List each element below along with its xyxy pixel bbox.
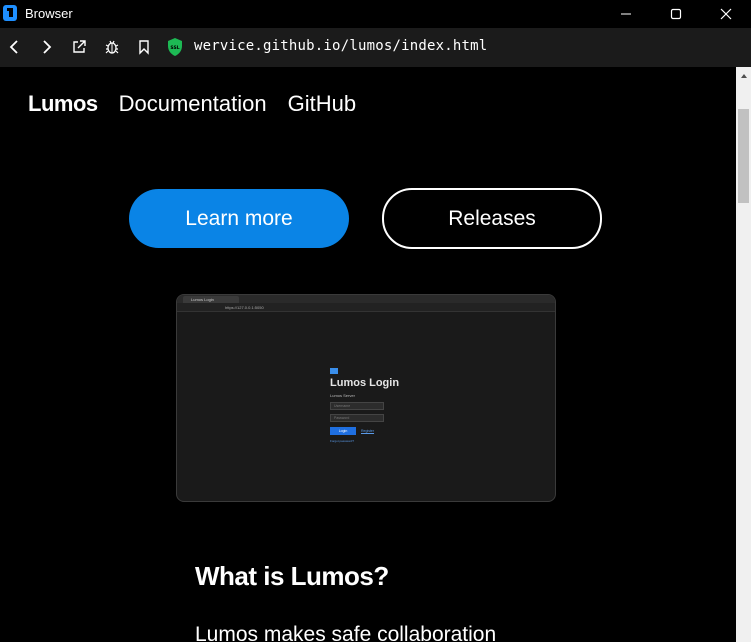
site-brand[interactable]: Lumos (28, 91, 98, 117)
maximize-icon (670, 8, 682, 20)
screenshot-username-field: Username (330, 402, 384, 410)
ssl-badge[interactable]: SSL (164, 36, 186, 58)
screenshot-login-form: Lumos Login Lumos Server Username Passwo… (330, 368, 420, 443)
site-navigation: Lumos Documentation GitHub (28, 91, 356, 117)
section-heading: What is Lumos? (195, 561, 389, 591)
bug-icon (105, 40, 119, 54)
screenshot-tab: Lumos Login (183, 296, 239, 303)
window-title-bar: Browser (0, 0, 751, 28)
chevron-right-icon (43, 40, 52, 54)
ssl-label: SSL (170, 45, 179, 51)
open-external-icon (73, 40, 86, 53)
screenshot-password-field: Password (330, 414, 384, 422)
product-screenshot: Lumos Login https://127.0.0.1:5050 Lumos… (176, 294, 556, 502)
lumos-logo-icon (330, 368, 338, 374)
bookmark-button[interactable] (133, 36, 155, 58)
address-bar[interactable]: wervice.github.io/lumos/index.html (194, 38, 487, 54)
close-button[interactable] (701, 0, 751, 28)
shield-icon: SSL (168, 38, 182, 56)
section-paragraph: Lumos makes safe collaboration (195, 623, 497, 642)
bookmark-icon (139, 40, 149, 55)
nav-link-documentation[interactable]: Documentation (119, 91, 267, 117)
nav-link-github[interactable]: GitHub (288, 91, 356, 117)
close-icon (720, 8, 732, 20)
screenshot-tab-bar: Lumos Login (177, 295, 555, 303)
forward-button[interactable] (36, 36, 58, 58)
vertical-scrollbar[interactable] (736, 67, 751, 642)
chevron-left-icon (9, 40, 18, 54)
arrow-up-icon (740, 73, 747, 78)
screenshot-url: https://127.0.0.1:5050 (225, 305, 264, 310)
page-viewport: Lumos Documentation GitHub Learn more Re… (0, 67, 751, 642)
maximize-button[interactable] (651, 0, 701, 28)
screenshot-url-bar: https://127.0.0.1:5050 (177, 303, 555, 312)
learn-more-button[interactable]: Learn more (129, 189, 349, 248)
back-button[interactable] (3, 36, 25, 58)
screenshot-register-link: Register (361, 429, 375, 433)
screenshot-login-subtitle: Lumos Server (330, 393, 355, 398)
minimize-icon (621, 13, 631, 15)
minimize-button[interactable] (601, 0, 651, 28)
screenshot-forgot-link: Forgot password? (330, 439, 355, 443)
scroll-up-button[interactable] (736, 67, 751, 84)
devtools-button[interactable] (101, 36, 123, 58)
browser-toolbar: SSL wervice.github.io/lumos/index.html (0, 28, 751, 67)
open-external-button[interactable] (68, 36, 90, 58)
window-title: Browser (25, 6, 73, 21)
screenshot-login-title: Lumos Login (330, 377, 400, 389)
screenshot-login-button: Login (330, 427, 356, 435)
browser-logo-icon (3, 5, 17, 21)
scrollbar-thumb[interactable] (738, 109, 749, 203)
screenshot-actions: Login Register (330, 427, 420, 435)
releases-button[interactable]: Releases (382, 188, 602, 249)
